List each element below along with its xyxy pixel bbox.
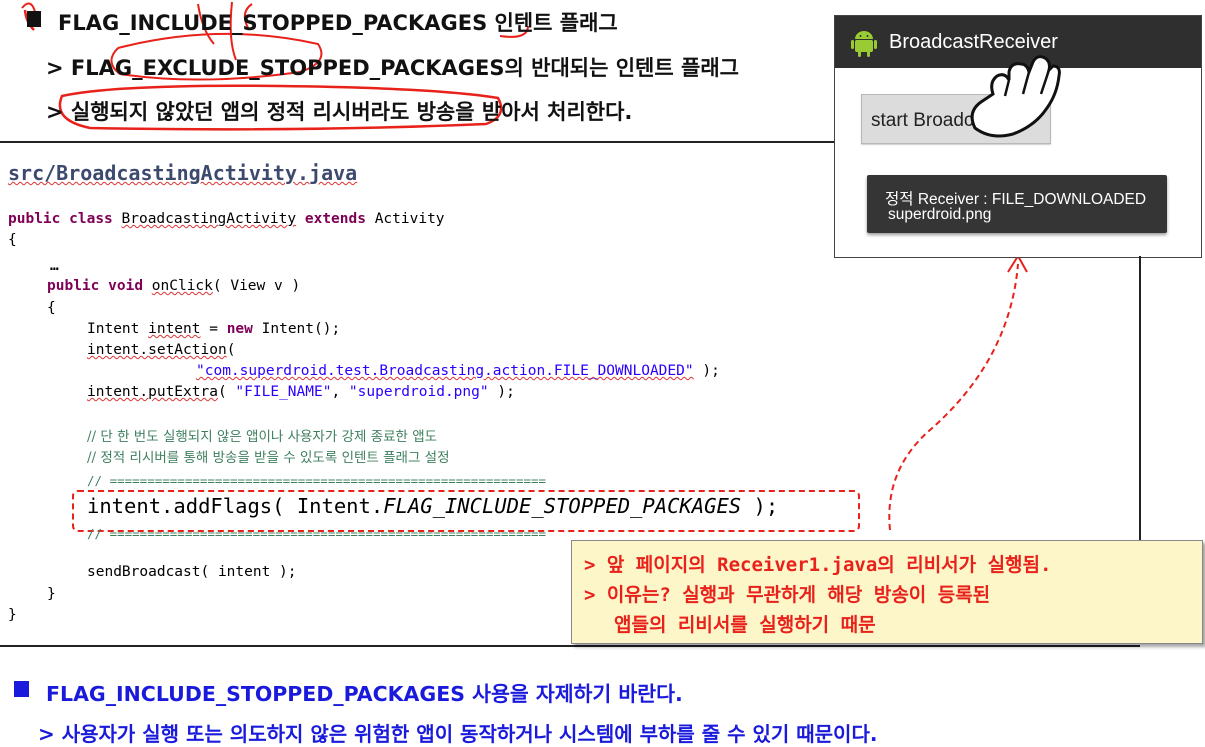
code-putextra: intent.putExtra: [87, 384, 218, 400]
code-addflags-call: intent.addFlags( Intent.: [87, 494, 384, 518]
kw-public-2: public: [47, 278, 100, 294]
code-filename: src/BroadcastingActivity.java: [8, 161, 358, 185]
toast-message: 정적 Receiver : FILE_DOWNLOADED superdroid…: [867, 175, 1167, 233]
code-comment-2: // 정적 리시버를 통해 방송을 받을 수 있도록 인텐트 플래그 설정: [87, 450, 450, 466]
code-method-decl: public void onClick( View v ): [47, 276, 300, 297]
code-setaction-paren: (: [226, 342, 236, 358]
kw-void: void: [108, 278, 144, 294]
note-line-2: > 이유는? 실행과 무관하게 해당 방송이 등록된: [584, 584, 991, 606]
footer-square-bullet-icon: [14, 681, 29, 697]
code-method-open: {: [47, 300, 56, 316]
code-comment-1: // 단 한 번도 실행되지 않은 앱이나 사용자가 강제 종료한 앱도: [87, 429, 438, 445]
kw-class: class: [69, 211, 113, 227]
code-action-close: );: [693, 363, 720, 379]
code-line-new-intent: Intent intent = new Intent();: [87, 319, 340, 340]
class-name: BroadcastingActivity: [121, 211, 297, 227]
note-line-1: > 앞 페이지의 Receiver1.java의 리비서가 실행됨.: [584, 554, 1052, 576]
code-class-close: }: [8, 607, 17, 623]
code-ctor: Intent();: [252, 321, 341, 337]
android-robot-icon: [851, 31, 877, 57]
code-intent-type: Intent: [87, 321, 149, 337]
code-setaction: intent.setAction: [87, 342, 227, 358]
code-putextra-close: );: [488, 384, 515, 400]
code-line-putextra: intent.putExtra( "FILE_NAME", "superdroi…: [87, 382, 515, 403]
code-extra-value: "superdroid.png": [348, 384, 489, 400]
method-params: ( View v ): [212, 278, 301, 294]
phone-screenshot: BroadcastReceiver start Broadcasting 정적 …: [834, 15, 1202, 258]
code-eq: =: [200, 321, 227, 337]
square-bullet-icon: [27, 11, 41, 27]
code-line-action-string: "com.superdroid.test.Broadcasting.action…: [196, 361, 720, 382]
explanation-note: > 앞 페이지의 Receiver1.java의 리비서가 실행됨. > 이유는…: [571, 540, 1203, 644]
header-line-3: > 실행되지 않았던 앱의 정적 리시버라도 방송을 받아서 처리한다.: [46, 96, 632, 126]
code-putextra-paren: (: [217, 384, 236, 400]
footer-title: FLAG_INCLUDE_STOPPED_PACKAGES 사용을 자제하기 바…: [46, 682, 683, 706]
code-class-decl: public class BroadcastingActivity extend…: [8, 209, 445, 230]
header-title: FLAG_INCLUDE_STOPPED_PACKAGES 인텐트 플래그: [58, 11, 618, 35]
footer-line-2: > 사용자가 실행 또는 의도하지 않은 위험한 앱이 동작하거나 시스템에 부…: [38, 722, 878, 746]
header-line-3-prefix: >: [46, 100, 71, 124]
code-addflags-close: );: [741, 494, 779, 518]
header-line-3-rest: 방송을 받아서 처리한다.: [409, 100, 633, 124]
class-parent: Activity: [374, 211, 445, 227]
kw-public: public: [8, 211, 61, 227]
code-comment-separator-2: // =====================================…: [87, 526, 547, 541]
code-ellipsis: …: [50, 258, 59, 274]
code-open-brace: {: [8, 232, 17, 248]
method-name: onClick: [151, 278, 213, 294]
code-line-setaction: intent.setAction(: [87, 340, 235, 361]
code-comment-separator: // =====================================…: [87, 473, 547, 488]
kw-extends: extends: [304, 211, 366, 227]
code-extra-comma: ,: [331, 384, 349, 400]
divider-top: [0, 141, 834, 143]
header-line-3-circled: 실행되지 않았던 앱의 정적 리시버라도: [70, 100, 410, 124]
code-addflags-line: intent.addFlags( Intent.FLAG_INCLUDE_STO…: [87, 492, 778, 520]
hand-pointer-icon: [970, 55, 1061, 138]
code-intent-var: intent: [148, 321, 201, 337]
code-extra-key: "FILE_NAME": [235, 384, 332, 400]
code-send-broadcast: sendBroadcast( intent );: [87, 564, 297, 580]
kw-new: new: [226, 321, 253, 337]
code-flag-constant: FLAG_INCLUDE_STOPPED_PACKAGES: [383, 494, 742, 518]
divider-bottom: [0, 645, 1140, 647]
note-line-3: 앱들의 리비서를 실행하기 때문: [614, 614, 876, 636]
code-method-close: }: [47, 586, 56, 602]
header-line-2: > FLAG_EXCLUDE_STOPPED_PACKAGES의 반대되는 인텐…: [46, 56, 739, 80]
toast-line-2: superdroid.png: [888, 206, 992, 223]
code-panel-right-border: [1139, 256, 1141, 542]
code-action-string: "com.superdroid.test.Broadcasting.action…: [196, 363, 694, 379]
